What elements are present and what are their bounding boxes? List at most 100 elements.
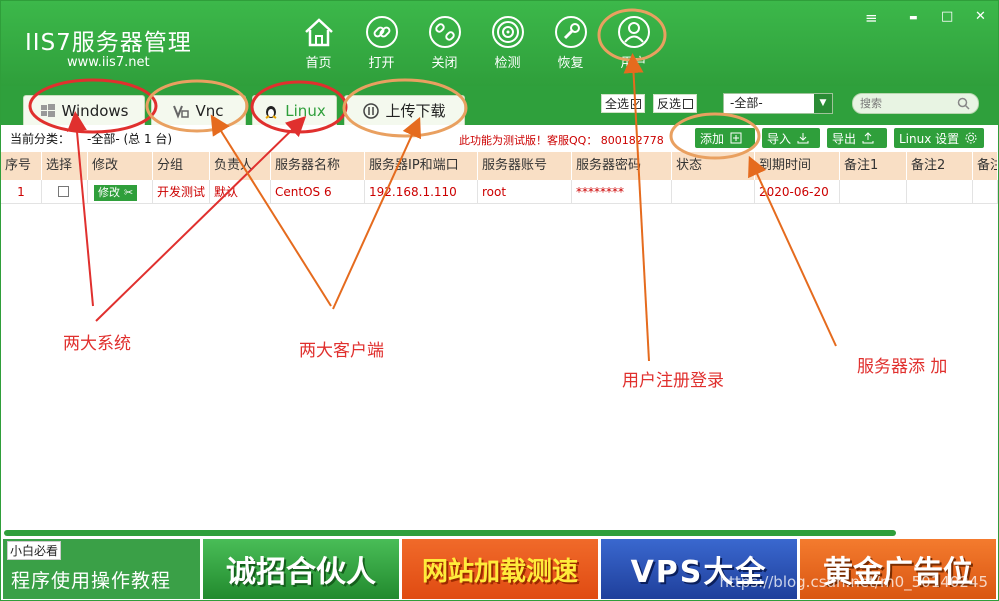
cell-select — [42, 180, 88, 203]
cell-status — [672, 180, 755, 203]
linux-settings-button[interactable]: Linux 设置 — [894, 128, 984, 148]
nav-user-label: 用户 — [620, 56, 647, 71]
col-note3[interactable]: 备注 — [973, 152, 998, 180]
wrench-icon — [554, 16, 587, 48]
banner-strip: 小白必看 程序使用操作教程 诚招合伙人 网站加载测速 VPS大全 黄金广告位 h… — [1, 539, 998, 601]
nav-restore-label: 恢复 — [557, 56, 584, 71]
notice-text: 此功能为测试版！客服QQ： 800182778 — [459, 134, 664, 147]
export-button[interactable]: 导出 — [827, 128, 887, 148]
col-index[interactable]: 序号 — [1, 152, 42, 180]
cell-owner: 默认 — [210, 180, 271, 203]
banner-speed-test[interactable]: 网站加载测速 — [402, 539, 598, 599]
add-button[interactable]: 添加 — [695, 128, 755, 148]
invert-label: 反选 — [657, 97, 682, 111]
col-edit[interactable]: 修改 — [88, 152, 153, 180]
cell-account: root — [478, 180, 572, 203]
horizontal-scrollbar[interactable] — [4, 530, 896, 536]
invert-selection-button[interactable]: 反选 — [653, 94, 698, 113]
col-select[interactable]: 选择 — [42, 152, 88, 180]
watermark: https://blog.csdn.net/m0_50140245 — [719, 573, 988, 591]
checkbox-icon — [683, 98, 694, 109]
import-button[interactable]: 导入 — [762, 128, 820, 148]
tab-bar: Windows Vnc Linux 上传下载 全选 反选 -全部- ▼ 搜索 — [1, 86, 998, 125]
category-label: 当前分类： — [10, 132, 71, 146]
group-select-value: -全部- — [730, 96, 763, 110]
select-all-label: 全选 — [605, 97, 630, 111]
gear-icon — [965, 132, 977, 144]
col-account[interactable]: 服务器账号 — [478, 152, 572, 180]
cell-server-ip: 192.168.1.110 — [365, 180, 478, 203]
linux-icon — [265, 105, 277, 119]
col-note2[interactable]: 备注2 — [907, 152, 973, 180]
logo-title: IIS7服务器管理 — [25, 30, 192, 56]
group-select[interactable]: -全部- ▼ — [723, 93, 833, 114]
search-icon[interactable] — [957, 97, 970, 110]
user-icon — [617, 16, 650, 48]
edit-label: 修改 — [98, 186, 120, 199]
annotation-two-clients: 两大客户端 — [299, 341, 384, 361]
col-group[interactable]: 分组 — [153, 152, 210, 180]
category-value: -全部- (总 1 台) — [87, 132, 173, 146]
col-expire[interactable]: 到期时间 — [755, 152, 840, 180]
col-password[interactable]: 服务器密码 — [572, 152, 672, 180]
windows-icon — [40, 103, 55, 117]
cell-index: 1 — [1, 180, 42, 203]
tab-upload-download[interactable]: 上传下载 — [344, 95, 465, 125]
annotation-user-login: 用户注册登录 — [622, 371, 724, 391]
col-owner[interactable]: 负责人 — [210, 152, 271, 180]
import-icon — [797, 133, 809, 144]
cell-password: ******** — [572, 180, 672, 203]
add-label: 添加 — [700, 131, 725, 146]
chevron-down-icon: ▼ — [814, 94, 832, 113]
nav-close-label: 关闭 — [431, 56, 458, 71]
vnc-icon — [173, 105, 190, 119]
minimize-icon[interactable]: ▬ — [909, 13, 918, 23]
nav-open-label: 打开 — [368, 56, 395, 71]
tab-vnc[interactable]: Vnc — [151, 95, 246, 125]
title-header: IIS7服务器管理 www.iis7.net 首页 打开 关闭 检测 恢复 用户… — [1, 1, 998, 86]
banner-partner[interactable]: 诚招合伙人 — [203, 539, 399, 599]
cell-expire: 2020-06-20 — [755, 180, 840, 203]
cell-server-name: CentOS 6 — [271, 180, 365, 203]
menu-icon[interactable]: ≡ — [865, 9, 878, 27]
export-label: 导出 — [832, 131, 857, 146]
annotation-server-add: 服务器添 加 — [857, 357, 948, 377]
tab-linux[interactable]: Linux — [252, 95, 337, 125]
row-checkbox[interactable] — [58, 186, 69, 197]
tab-windows[interactable]: Windows — [23, 95, 145, 125]
nav-open[interactable]: 打开 — [350, 15, 413, 71]
col-status[interactable]: 状态 — [672, 152, 755, 180]
nav-close[interactable]: 关闭 — [413, 15, 476, 71]
nav-user[interactable]: 用户 — [602, 15, 665, 71]
cell-edit: 修改 ✂ — [88, 180, 153, 203]
close-icon[interactable]: ✕ — [975, 9, 986, 24]
table-row[interactable]: 1 修改 ✂ 开发测试 默认 CentOS 6 192.168.1.110 roo… — [1, 180, 998, 204]
unlink-icon — [428, 16, 461, 48]
maximize-icon[interactable]: □ — [941, 9, 953, 24]
cell-note1 — [840, 180, 907, 203]
cell-group: 开发测试 — [153, 180, 210, 203]
select-all-button[interactable]: 全选 — [601, 94, 646, 113]
cell-note3 — [973, 180, 998, 203]
col-server-ip[interactable]: 服务器IP和端口 — [365, 152, 478, 180]
col-server-name[interactable]: 服务器名称 — [271, 152, 365, 180]
add-icon — [730, 132, 742, 144]
search-input[interactable]: 搜索 — [852, 93, 979, 114]
main-nav: 首页 打开 关闭 检测 恢复 用户 — [287, 15, 665, 71]
linux-settings-label: Linux 设置 — [899, 131, 960, 146]
export-icon — [862, 132, 874, 144]
logo: IIS7服务器管理 www.iis7.net — [25, 23, 192, 70]
link-icon — [365, 16, 398, 48]
banner-tutorial[interactable]: 小白必看 程序使用操作教程 — [3, 539, 200, 599]
nav-detect[interactable]: 检测 — [476, 15, 539, 71]
tab-windows-label: Windows — [61, 101, 129, 120]
tab-linux-label: Linux — [285, 101, 326, 120]
nav-restore[interactable]: 恢复 — [539, 15, 602, 71]
home-icon — [304, 18, 333, 47]
edit-button[interactable]: 修改 ✂ — [94, 185, 138, 201]
col-note1[interactable]: 备注1 — [840, 152, 907, 180]
tab-vnc-label: Vnc — [195, 101, 224, 120]
banner-tag: 小白必看 — [7, 541, 62, 560]
edit-icon: ✂ — [124, 186, 134, 199]
nav-home[interactable]: 首页 — [287, 15, 350, 71]
